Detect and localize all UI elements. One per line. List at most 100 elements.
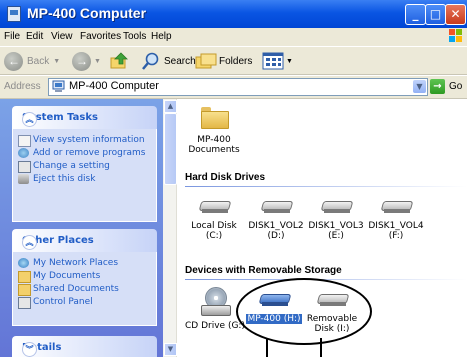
system-tasks-panel: System Tasks ︽ View system information A… (12, 106, 157, 222)
removable-storage-heading: Devices with Removable Storage (185, 265, 342, 276)
task-add-remove-programs[interactable]: Add or remove programs (13, 148, 156, 158)
windows-logo-icon (449, 29, 462, 42)
address-bar: Address MP-400 Computer ▼ → Go (0, 76, 467, 99)
highlight-ellipse (236, 278, 372, 345)
menu-help[interactable]: Help (151, 31, 172, 42)
scroll-thumb[interactable] (164, 113, 177, 185)
chevron-down-icon[interactable]: ▼ (413, 80, 426, 93)
folders-label: Folders (219, 55, 253, 67)
drive-label: DISK1_VOL3 (E:) (308, 221, 364, 241)
address-field[interactable]: MP-400 Computer ▼ (48, 78, 428, 96)
search-icon (142, 52, 159, 70)
group-divider (185, 186, 467, 187)
drive-label: DISK1_VOL2 (D:) (248, 221, 304, 241)
forward-arrow-icon: → (72, 51, 91, 71)
place-network[interactable]: My Network Places (13, 258, 156, 268)
drive-label: Local Disk (C:) (191, 221, 237, 241)
back-button[interactable]: ← Back ▼ (4, 50, 60, 72)
chevron-down-icon[interactable]: ▼ (53, 58, 60, 65)
close-button[interactable]: ✕ (445, 4, 466, 25)
title-bar[interactable]: MP-400 Computer _ □ ✕ (0, 0, 467, 28)
mp400-documents-folder[interactable]: MP-400 Documents (186, 107, 242, 155)
menu-tools[interactable]: Tools (123, 31, 146, 42)
eject-icon (18, 174, 29, 184)
hard-drive-icon (198, 201, 232, 215)
address-value: MP-400 Computer (69, 80, 159, 92)
drive-label: CD Drive (G:) (185, 321, 245, 331)
back-label: Back (27, 55, 50, 67)
folders-button[interactable]: Folders (195, 50, 252, 72)
expand-chevron-icon[interactable]: ︾ (22, 342, 37, 357)
hard-drive-icon (380, 201, 414, 215)
toolbar: ← Back ▼ → ▼ Search Folders ▼ (0, 47, 467, 75)
system-tasks-header[interactable]: System Tasks ︽ (12, 106, 157, 129)
scroll-down-icon[interactable]: ▼ (164, 343, 177, 356)
folder-icon (201, 107, 229, 129)
drive-disk1-vol2[interactable]: DISK1_VOL2 (D:) (246, 201, 306, 241)
place-shared-documents[interactable]: Shared Documents (13, 284, 156, 296)
task-eject-disk[interactable]: Eject this disk (13, 174, 156, 184)
computer-icon (52, 80, 65, 92)
search-button[interactable]: Search (141, 50, 196, 72)
go-label[interactable]: Go (449, 81, 462, 92)
menu-file[interactable]: File (4, 31, 20, 42)
menu-view[interactable]: View (51, 31, 73, 42)
folder-label: MP-400 Documents (188, 135, 240, 155)
menu-edit[interactable]: Edit (26, 31, 43, 42)
network-places-icon (18, 258, 29, 268)
menu-bar: File Edit View Favorites Tools Help (0, 28, 467, 47)
place-label: Control Panel (33, 297, 93, 307)
place-control-panel[interactable]: Control Panel (13, 297, 156, 309)
other-places-panel: Other Places ︽ My Network Places My Docu… (12, 229, 157, 326)
drive-disk1-vol4[interactable]: DISK1_VOL4 (F:) (366, 201, 426, 241)
window-title: MP-400 Computer (27, 5, 147, 21)
chevron-down-icon[interactable]: ▼ (94, 58, 101, 65)
drive-local-disk-c[interactable]: Local Disk (C:) (183, 201, 245, 241)
cd-drive-icon (201, 287, 231, 317)
address-label: Address (4, 81, 41, 92)
control-panel-icon (18, 161, 31, 173)
task-label: Add or remove programs (33, 148, 146, 158)
my-documents-folder-icon (18, 271, 31, 283)
shared-folder-icon (18, 284, 31, 296)
drive-label: DISK1_VOL4 (F:) (368, 221, 424, 241)
callout-line (266, 338, 268, 357)
programs-icon (18, 148, 29, 158)
task-change-setting[interactable]: Change a setting (13, 161, 156, 173)
control-panel-icon (18, 297, 31, 309)
go-arrow-icon[interactable]: → (430, 79, 445, 94)
collapse-chevron-icon[interactable]: ︽ (22, 112, 37, 127)
task-label: Change a setting (33, 161, 110, 171)
menu-favorites[interactable]: Favorites (80, 31, 121, 42)
scroll-up-icon[interactable]: ▲ (164, 100, 177, 113)
vertical-scrollbar[interactable]: ▲ ▼ (163, 99, 177, 357)
task-label: View system information (33, 135, 145, 145)
maximize-button[interactable]: □ (425, 4, 446, 25)
up-folder-icon (110, 52, 128, 69)
task-view-system-info[interactable]: View system information (13, 135, 156, 147)
search-label: Search (164, 55, 196, 67)
minimize-button[interactable]: _ (405, 4, 426, 25)
hard-disk-drives-heading: Hard Disk Drives (185, 172, 266, 183)
up-folder-button[interactable] (109, 50, 129, 72)
collapse-chevron-icon[interactable]: ︽ (22, 235, 37, 250)
chevron-down-icon[interactable]: ▼ (286, 58, 293, 65)
details-header[interactable]: Details ︾ (12, 336, 157, 357)
task-pane: System Tasks ︽ View system information A… (0, 99, 163, 357)
place-label: My Documents (33, 271, 101, 281)
hard-drive-icon (320, 201, 354, 215)
back-arrow-icon: ← (4, 51, 23, 71)
hard-drive-icon (260, 201, 294, 215)
task-label: Eject this disk (33, 174, 96, 184)
computer-icon (7, 6, 21, 22)
other-places-header[interactable]: Other Places ︽ (12, 229, 157, 252)
forward-button[interactable]: → ▼ (72, 50, 101, 72)
place-my-documents[interactable]: My Documents (13, 271, 156, 283)
place-label: My Network Places (33, 258, 119, 268)
place-label: Shared Documents (33, 284, 119, 294)
system-info-icon (18, 135, 31, 147)
folders-icon (195, 53, 217, 69)
views-button[interactable]: ▼ (262, 50, 293, 72)
drive-disk1-vol3[interactable]: DISK1_VOL3 (E:) (306, 201, 366, 241)
details-panel: Details ︾ (12, 336, 157, 357)
